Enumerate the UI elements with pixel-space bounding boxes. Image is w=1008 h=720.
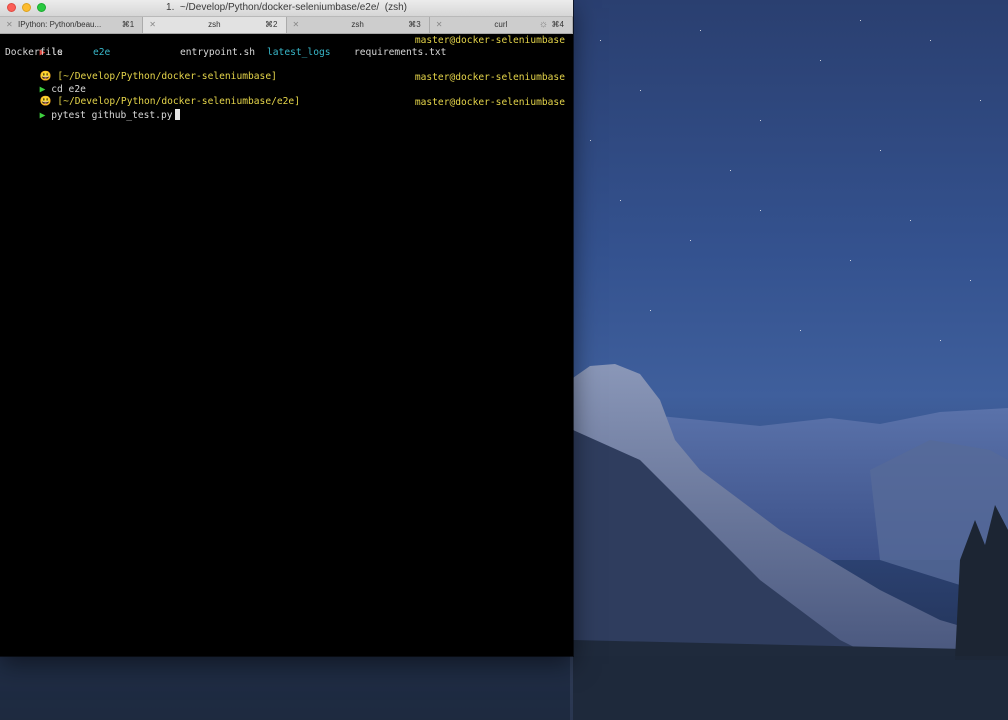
ls-entry: e2e [93,47,111,58]
terminal-line: 😃 [~/Develop/Python/docker-seleniumbase/… [5,84,565,107]
tab-close-icon[interactable]: ✕ [6,17,13,33]
terminal-line[interactable]: ▶ pytest github_test.py master@docker-se… [5,97,565,121]
tab-shortcut: ⌘1 [121,20,135,29]
terminal-line: ▶ ls master@docker-seleniumbase [5,35,565,58]
tab-label: IPython: Python/beau... [18,20,102,29]
terminal-line: ▶ cd e2e master@docker-seleniumbase [5,72,565,95]
tab-zsh-2[interactable]: ✕ zsh ⌘2 [143,17,287,33]
window-titlebar[interactable]: 1. ~/Develop/Python/docker-seleniumbase/… [0,0,573,17]
tab-zsh-3[interactable]: ✕ zsh ⌘3 [286,17,430,33]
prompt-host: master@docker-seleniumbase [414,35,565,46]
ls-entry: Dockerfile [5,47,63,58]
prompt-host: master@docker-seleniumbase [414,97,565,108]
ls-entry: entrypoint.sh [180,47,256,58]
block-cursor [174,109,180,120]
tab-shortcut: ⌘4 [551,20,564,29]
tab-ipython[interactable]: ✕ IPython: Python/beau... ⌘1 [0,17,144,33]
terminal-line: 😃 [~/Develop/Python/docker-seleniumbase] [5,59,565,82]
command-input[interactable]: pytest github_test.py [51,110,172,121]
window-title: 1. ~/Develop/Python/docker-seleniumbase/… [166,2,407,13]
ls-output-line: Dockerfile e2e entrypoint.sh latest_logs… [5,47,565,59]
ls-entry: latest_logs [267,47,331,58]
ls-entry: requirements.txt [354,47,447,58]
prompt-host: master@docker-seleniumbase [414,72,565,83]
tab-shortcut: ⌘2 [265,20,278,29]
terminal-content[interactable]: ▶ ls master@docker-seleniumbase Dockerfi… [0,34,573,656]
prompt-arrow-icon: ▶ [39,110,46,121]
tab-bar: ✕ IPython: Python/beau... ⌘1 ✕ zsh ⌘2 ✕ … [0,17,573,34]
tab-curl[interactable]: ✕ curl ☼ ⌘4 [429,17,573,33]
activity-spinner-icon: ☼ [538,19,548,30]
terminal-window[interactable]: 1. ~/Develop/Python/docker-seleniumbase/… [0,0,573,656]
tab-shortcut: ⌘3 [408,20,421,29]
